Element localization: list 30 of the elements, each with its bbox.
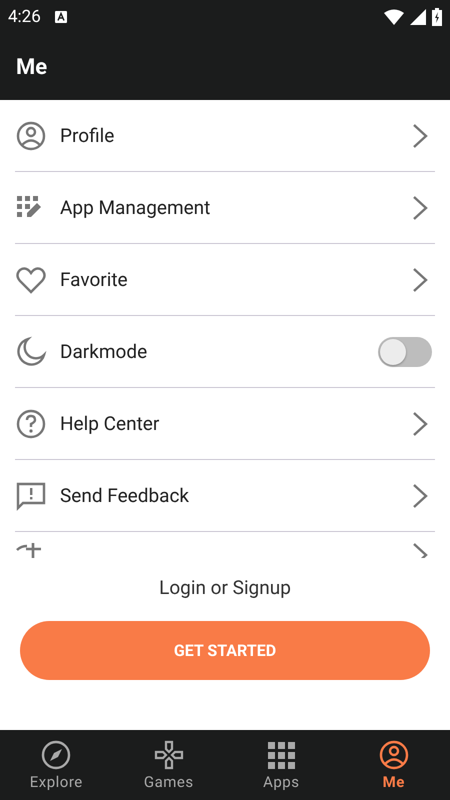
nav-tab[interactable]: Apps [225, 730, 338, 800]
menu-item-label[interactable]: Help Center [60, 412, 160, 435]
moon-icon [15, 336, 47, 368]
menu-item-label[interactable]: Darkmode [60, 340, 148, 363]
grid-icon [265, 739, 298, 771]
person-circle-icon [378, 739, 410, 771]
menu-item-label[interactable]: App Management [60, 196, 210, 219]
compass-icon [40, 739, 72, 771]
chevron-right-icon [411, 410, 429, 436]
darkmode-switch[interactable] [378, 336, 432, 366]
help-icon [15, 408, 47, 440]
person-circle-icon [15, 120, 47, 152]
battery-icon [432, 8, 442, 26]
menu-item-label[interactable]: Send Feedback [60, 484, 190, 507]
login-prompt: Login or Signup [159, 576, 291, 599]
wifi-icon [384, 9, 404, 25]
keyboard-icon [54, 11, 67, 23]
chevron-right-icon [411, 122, 429, 148]
menu-item-label[interactable]: Favorite [60, 268, 128, 291]
signal-icon [410, 9, 426, 25]
screen-title: Me [16, 54, 48, 80]
clock: 4:26 [8, 7, 41, 27]
chevron-right-icon [411, 266, 429, 292]
chevron-right-icon [411, 482, 429, 508]
menu-item-label[interactable]: Profile [60, 124, 114, 147]
nav-tab[interactable]: Explore [0, 730, 112, 800]
gamepad-icon [152, 739, 185, 771]
chevron-right-icon [411, 194, 429, 220]
nav-tab[interactable]: Me [338, 730, 450, 800]
nav-tab[interactable]: Games [112, 730, 225, 800]
